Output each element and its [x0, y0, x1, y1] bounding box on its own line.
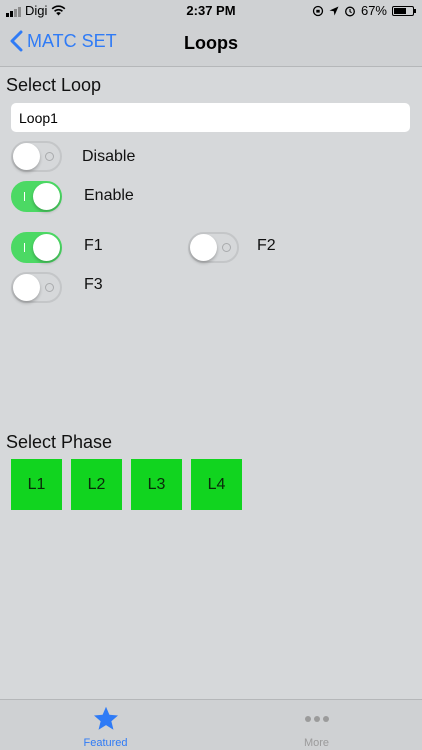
switch-off-mark — [222, 243, 231, 252]
battery-fill — [394, 7, 407, 14]
status-bar: Digi 2:37 PM 67% — [0, 0, 422, 22]
star-icon — [0, 704, 211, 734]
switch-knob — [13, 274, 40, 301]
alarm-icon — [345, 6, 355, 16]
switch-knob — [33, 183, 60, 210]
disable-label: Disable — [82, 148, 136, 165]
tab-more[interactable]: More — [211, 700, 422, 750]
tab-bar: Featured More — [0, 699, 422, 750]
phase-button-l4[interactable]: L4 — [191, 459, 242, 510]
switch-knob — [190, 234, 217, 261]
tab-more-label: More — [303, 737, 330, 749]
switch-off-mark — [45, 152, 54, 161]
navigation-bar: MATC SET Loops — [0, 22, 422, 67]
f2-label: F2 — [257, 237, 276, 254]
phase-button-l1[interactable]: L1 — [11, 459, 62, 510]
f2-switch[interactable] — [188, 232, 239, 263]
f1-switch[interactable] — [11, 232, 62, 263]
loop-input[interactable] — [11, 103, 410, 132]
select-loop-label: Select Loop — [6, 75, 102, 95]
switch-on-mark — [24, 192, 25, 201]
enable-switch[interactable] — [11, 181, 62, 212]
disable-switch[interactable] — [11, 141, 62, 172]
f3-label: F3 — [84, 276, 103, 293]
page-title: Loops — [184, 33, 238, 53]
location-icon — [329, 6, 339, 15]
phase-button-l3[interactable]: L3 — [131, 459, 182, 510]
f1-label: F1 — [84, 237, 103, 254]
status-right: 67% — [312, 3, 416, 18]
switch-knob — [33, 234, 60, 261]
more-icon — [211, 704, 422, 734]
switch-off-mark — [45, 283, 54, 292]
battery-icon — [392, 5, 416, 16]
switch-on-mark — [24, 243, 25, 252]
tab-featured[interactable]: Featured — [0, 700, 211, 750]
select-phase-label: Select Phase — [6, 432, 113, 452]
phase-button-l2[interactable]: L2 — [71, 459, 122, 510]
loops-screen: Digi 2:37 PM 67% MATC SET Loops Select L… — [0, 0, 422, 750]
battery-percent: 67% — [360, 3, 387, 18]
rotation-lock-icon — [312, 5, 324, 16]
switch-knob — [13, 143, 40, 170]
f3-switch[interactable] — [11, 272, 62, 303]
enable-label: Enable — [84, 187, 134, 204]
tab-featured-label: Featured — [83, 737, 128, 749]
